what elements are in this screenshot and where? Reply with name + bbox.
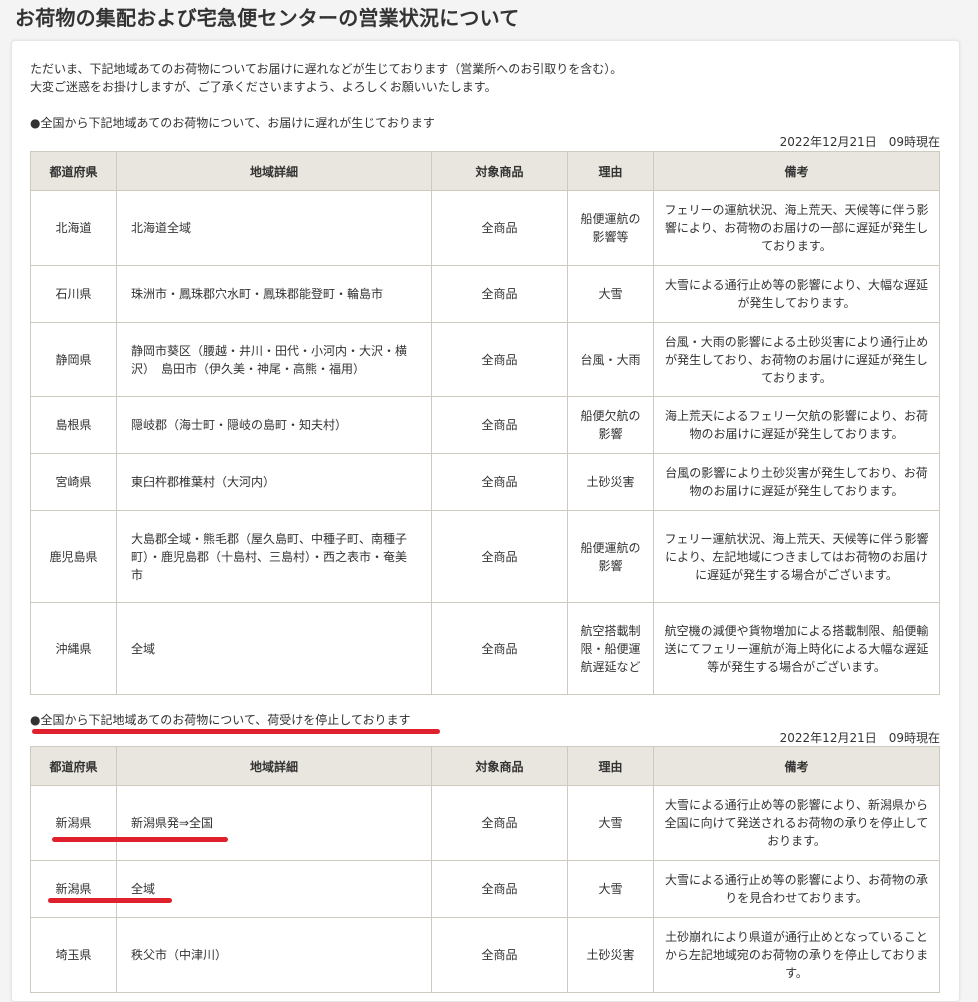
cell-area: 珠洲市・鳳珠郡穴水町・鳳珠郡能登町・輪島市	[116, 265, 432, 323]
section-1-heading: ●全国から下記地域あてのお荷物について、お届けに遅れが生じております	[30, 116, 435, 130]
delay-table: 都道府県 地域詳細 対象商品 理由 備考 北海道 北海道全域 全商品 船便運航の…	[30, 151, 940, 695]
section-2-as-of: 2022年12月21日 09時現在	[779, 731, 940, 745]
highlight-underline	[52, 837, 228, 842]
cell-note: 大雪による通行止め等の影響により、新潟県から全国に向けて発送されるお荷物の承りを…	[653, 785, 940, 861]
cell-pref: 沖縄県	[30, 602, 117, 695]
cell-product: 全商品	[431, 785, 568, 861]
cell-area: 秩父市（中津川）	[116, 917, 432, 993]
header-note: 備考	[653, 151, 940, 191]
header-note: 備考	[653, 746, 940, 786]
suspended-table: 都道府県 地域詳細 対象商品 理由 備考 新潟県 新潟県発⇒全国 全商品 大雪 …	[30, 746, 940, 993]
header-area: 地域詳細	[116, 151, 432, 191]
cell-area: 全域	[116, 602, 432, 695]
cell-reason: 船便運航の影響等	[567, 190, 654, 266]
cell-product: 全商品	[431, 265, 568, 323]
cell-reason: 航空搭載制限・船便運航遅延など	[567, 602, 654, 695]
header-area: 地域詳細	[116, 746, 432, 786]
cell-note: 土砂崩れにより県道が通行止めとなっていることから左記地域宛のお荷物の承りを停止し…	[653, 917, 940, 993]
table-row: 静岡県 静岡市葵区（腰越・井川・田代・小河内・大沢・横沢） 島田市（伊久美・神尾…	[30, 322, 940, 397]
cell-pref: 埼玉県	[30, 917, 117, 993]
cell-area: 全域	[116, 860, 432, 918]
cell-product: 全商品	[431, 396, 568, 454]
cell-note: 台風・大雨の影響による土砂災害により通行止めが発生しており、お荷物のお届けに遅延…	[653, 322, 940, 397]
table-row: 北海道 北海道全域 全商品 船便運航の影響等 フェリーの運航状況、海上荒天、天候…	[30, 190, 940, 266]
table-header-row: 都道府県 地域詳細 対象商品 理由 備考	[30, 151, 940, 191]
cell-pref: 石川県	[30, 265, 117, 323]
cell-note: 大雪による通行止め等の影響により、大幅な遅延が発生しております。	[653, 265, 940, 323]
cell-pref: 宮崎県	[30, 453, 117, 511]
cell-pref: 新潟県	[30, 860, 117, 918]
cell-area: 東臼杵郡椎葉村（大河内）	[116, 453, 432, 511]
cell-reason: 土砂災害	[567, 917, 654, 993]
cell-note: 台風の影響により土砂災害が発生しており、お荷物のお届けに遅延が発生しております。	[653, 453, 940, 511]
cell-note: 大雪による通行止め等の影響により、お荷物の承りを見合わせております。	[653, 860, 940, 918]
header-reason: 理由	[567, 746, 654, 786]
cell-pref: 新潟県	[30, 785, 117, 861]
cell-note: 航空機の減便や貨物増加による搭載制限、船便輸送にてフェリー運航が海上時化による大…	[653, 602, 940, 695]
cell-pref: 島根県	[30, 396, 117, 454]
header-pref: 都道府県	[30, 746, 117, 786]
section-2-heading: ●全国から下記地域あてのお荷物について、荷受けを停止しております	[30, 713, 411, 727]
cell-product: 全商品	[431, 602, 568, 695]
table-row: 埼玉県 秩父市（中津川） 全商品 土砂災害 土砂崩れにより県道が通行止めとなって…	[30, 917, 940, 993]
table-row: 宮崎県 東臼杵郡椎葉村（大河内） 全商品 土砂災害 台風の影響により土砂災害が発…	[30, 453, 940, 511]
cell-product: 全商品	[431, 510, 568, 603]
cell-product: 全商品	[431, 453, 568, 511]
cell-reason: 土砂災害	[567, 453, 654, 511]
cell-reason: 大雪	[567, 860, 654, 918]
cell-note: 海上荒天によるフェリー欠航の影響により、お荷物のお届けに遅延が発生しております。	[653, 396, 940, 454]
table-row: 新潟県 新潟県発⇒全国 全商品 大雪 大雪による通行止め等の影響により、新潟県か…	[30, 785, 940, 861]
header-product: 対象商品	[431, 746, 568, 786]
page-title: お荷物の集配および宅急便センターの営業状況について	[15, 6, 520, 30]
intro-line-2: 大変ご迷惑をお掛けしますが、ご了承くださいますよう、よろしくお願いいたします。	[30, 80, 497, 94]
cell-product: 全商品	[431, 322, 568, 397]
cell-area: 大島郡全域・熊毛郡（屋久島町、中種子町、南種子町）・鹿児島郡（十島村、三島村）・…	[116, 510, 432, 603]
table-row: 島根県 隠岐郡（海士町・隠岐の島町・知夫村） 全商品 船便欠航の影響 海上荒天に…	[30, 396, 940, 454]
header-pref: 都道府県	[30, 151, 117, 191]
cell-pref: 北海道	[30, 190, 117, 266]
header-product: 対象商品	[431, 151, 568, 191]
highlight-underline	[48, 898, 172, 903]
table-header-row: 都道府県 地域詳細 対象商品 理由 備考	[30, 746, 940, 786]
cell-reason: 大雪	[567, 785, 654, 861]
header-reason: 理由	[567, 151, 654, 191]
cell-reason: 船便欠航の影響	[567, 396, 654, 454]
table-row: 沖縄県 全域 全商品 航空搭載制限・船便運航遅延など 航空機の減便や貨物増加によ…	[30, 602, 940, 695]
intro-line-1: ただいま、下記地域あてのお荷物についてお届けに遅れなどが生じております（営業所へ…	[30, 62, 623, 76]
cell-reason: 大雪	[567, 265, 654, 323]
table-row: 鹿児島県 大島郡全域・熊毛郡（屋久島町、中種子町、南種子町）・鹿児島郡（十島村、…	[30, 510, 940, 603]
table-row: 石川県 珠洲市・鳳珠郡穴水町・鳳珠郡能登町・輪島市 全商品 大雪 大雪による通行…	[30, 265, 940, 323]
cell-area: 新潟県発⇒全国	[116, 785, 432, 861]
cell-area: 隠岐郡（海士町・隠岐の島町・知夫村）	[116, 396, 432, 454]
highlight-underline	[32, 729, 440, 734]
cell-product: 全商品	[431, 917, 568, 993]
cell-reason: 台風・大雨	[567, 322, 654, 397]
cell-area: 北海道全域	[116, 190, 432, 266]
cell-reason: 船便運航の影響	[567, 510, 654, 603]
cell-note: フェリーの運航状況、海上荒天、天候等に伴う影響により、お荷物のお届けの一部に遅延…	[653, 190, 940, 266]
section-1-as-of: 2022年12月21日 09時現在	[779, 135, 940, 149]
cell-pref: 静岡県	[30, 322, 117, 397]
cell-note: フェリー運航状況、海上荒天、天候等に伴う影響により、左記地域につきましてはお荷物…	[653, 510, 940, 603]
table-row: 新潟県 全域 全商品 大雪 大雪による通行止め等の影響により、お荷物の承りを見合…	[30, 860, 940, 918]
intro-text: ただいま、下記地域あてのお荷物についてお届けに遅れなどが生じております（営業所へ…	[30, 60, 622, 96]
cell-product: 全商品	[431, 860, 568, 918]
cell-pref: 鹿児島県	[30, 510, 117, 603]
cell-area: 静岡市葵区（腰越・井川・田代・小河内・大沢・横沢） 島田市（伊久美・神尾・高熊・…	[116, 322, 432, 397]
cell-product: 全商品	[431, 190, 568, 266]
